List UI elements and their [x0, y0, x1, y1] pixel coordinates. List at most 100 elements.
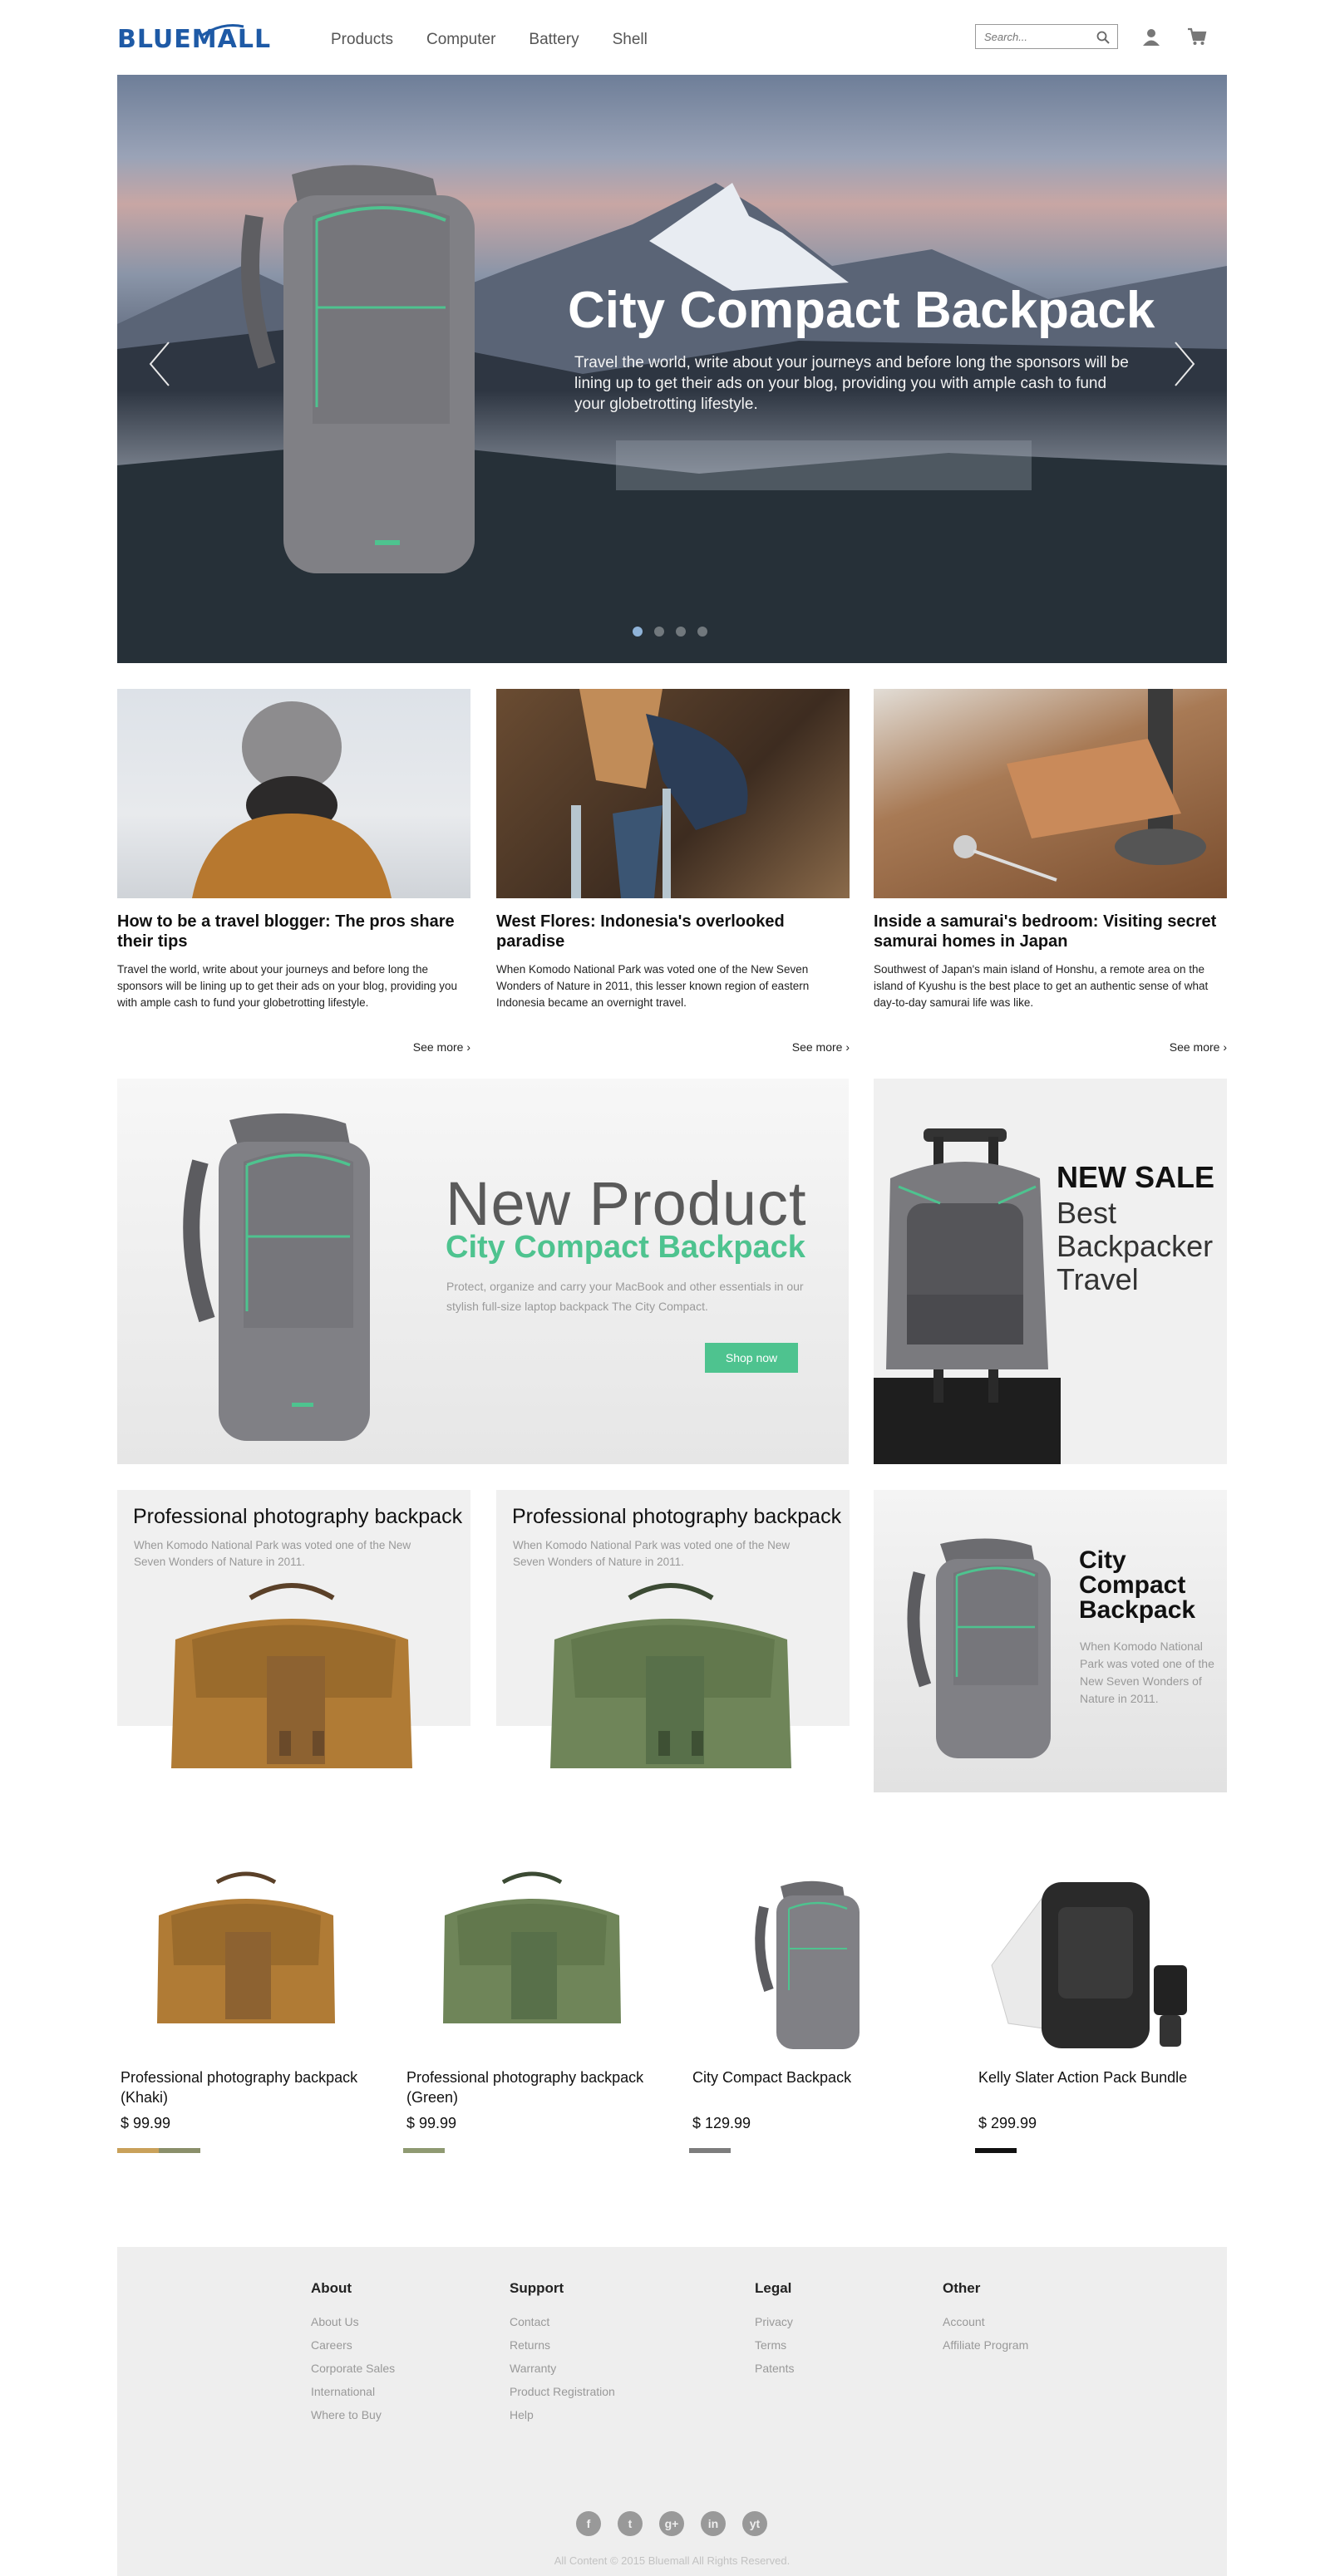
- footer-heading: Legal: [755, 2280, 792, 2296]
- linkedin-icon[interactable]: in: [701, 2511, 726, 2536]
- product-image: [403, 1866, 661, 2057]
- hero-backpack-image: [241, 165, 475, 573]
- copyright-text: All Content © 2015 Bluemall All Rights R…: [554, 2554, 791, 2567]
- article-title[interactable]: West Flores: Indonesia's overlooked para…: [496, 912, 850, 951]
- hero-slider: City Compact Backpack Travel the world, …: [117, 75, 1227, 663]
- hero-title: City Compact Backpack: [568, 282, 1155, 339]
- chevron-right-icon: ›: [1223, 1040, 1227, 1054]
- promo-new-product-label: New Product: [446, 1169, 807, 1238]
- feature-text: When Komodo National Park was voted one …: [1080, 1639, 1214, 1705]
- footer-link[interactable]: About Us: [311, 2315, 395, 2328]
- footer-link[interactable]: Help: [510, 2408, 615, 2421]
- product-card-green[interactable]: Professional photography backpack (Green…: [403, 1866, 661, 2153]
- product-price: $ 99.99: [121, 2115, 171, 2131]
- nav-products[interactable]: Products: [331, 31, 393, 49]
- hero-dot-4[interactable]: [697, 627, 707, 637]
- hero-dot-3[interactable]: [676, 627, 686, 637]
- product-card-kelly-slater[interactable]: Kelly Slater Action Pack Bundle $ 299.99: [975, 1866, 1233, 2153]
- footer-link[interactable]: Affiliate Program: [943, 2338, 1028, 2352]
- footer-link[interactable]: Terms: [755, 2338, 794, 2352]
- shop-now-button[interactable]: Shop now: [705, 1343, 798, 1373]
- article-image-traveler[interactable]: [117, 689, 470, 898]
- see-more-link[interactable]: See more ›: [413, 1040, 470, 1054]
- see-more-link[interactable]: See more ›: [1170, 1040, 1227, 1054]
- footer-link[interactable]: Contact: [510, 2315, 615, 2328]
- footer-link[interactable]: Account: [943, 2315, 1028, 2328]
- green-bag-image: [550, 1583, 791, 1768]
- hero-pagination: [633, 627, 707, 637]
- product-name: Professional photography backpack (Green…: [406, 2069, 644, 2106]
- product-name: Kelly Slater Action Pack Bundle: [978, 2069, 1188, 2086]
- footer-link[interactable]: Privacy: [755, 2315, 794, 2328]
- product-image: [975, 1866, 1233, 2057]
- color-swatch-black[interactable]: [975, 2148, 1017, 2153]
- feature-card-green[interactable]: Professional photography backpack When K…: [496, 1490, 850, 1793]
- article-text: Southwest of Japan's main island of Hons…: [874, 963, 1209, 1009]
- search-icon[interactable]: [1096, 30, 1111, 45]
- nav-battery[interactable]: Battery: [529, 31, 579, 49]
- logo-text-blue: BLUE: [117, 24, 192, 54]
- hero-dot-1[interactable]: [633, 627, 643, 637]
- color-swatch-green[interactable]: [403, 2148, 445, 2153]
- facebook-icon[interactable]: f: [576, 2511, 601, 2536]
- product-card-city-compact[interactable]: City Compact Backpack $ 129.99: [689, 1866, 947, 2153]
- site-header: BLUEMALL Products Computer Battery Shell: [0, 0, 1330, 75]
- promo-product-name[interactable]: City Compact Backpack: [446, 1230, 805, 1266]
- article-title[interactable]: How to be a travel blogger: The pros sha…: [117, 912, 470, 951]
- color-swatch-gray[interactable]: [689, 2148, 731, 2153]
- color-swatch-khaki[interactable]: [117, 2148, 159, 2153]
- promo-description: Protect, organize and carry your MacBook…: [446, 1280, 804, 1313]
- feature-text: When Komodo National Park was voted one …: [513, 1539, 791, 1568]
- cart-icon[interactable]: [1187, 27, 1207, 47]
- color-swatch-olive[interactable]: [159, 2148, 200, 2153]
- logo-swoosh-icon: [200, 24, 244, 38]
- hero-prev-arrow-icon[interactable]: [147, 339, 172, 389]
- product-name: Professional photography backpack (Khaki…: [121, 2069, 358, 2106]
- new-sale-banner[interactable]: NEW SALE Best Backpacker Travel: [874, 1079, 1227, 1464]
- footer-column-support: Support Contact Returns Warranty Product…: [510, 2280, 615, 2431]
- article-title[interactable]: Inside a samurai's bedroom: Visiting sec…: [874, 912, 1227, 951]
- product-price: $ 99.99: [406, 2115, 457, 2131]
- chevron-right-icon: ›: [845, 1040, 850, 1054]
- google-plus-icon[interactable]: g+: [659, 2511, 684, 2536]
- feature-card-khaki[interactable]: Professional photography backpack When K…: [117, 1490, 470, 1793]
- footer-heading: Other: [943, 2280, 981, 2296]
- product-price: $ 129.99: [692, 2115, 751, 2131]
- nav-shell[interactable]: Shell: [613, 31, 648, 49]
- footer-link[interactable]: Corporate Sales: [311, 2362, 395, 2375]
- feature-card-city-compact[interactable]: City Compact Backpack When Komodo Nation…: [874, 1490, 1227, 1792]
- see-more-link[interactable]: See more ›: [792, 1040, 850, 1054]
- footer-heading: Support: [510, 2280, 564, 2296]
- twitter-icon[interactable]: t: [618, 2511, 643, 2536]
- footer-link[interactable]: Warranty: [510, 2362, 615, 2375]
- footer-column-about: About About Us Careers Corporate Sales I…: [311, 2280, 395, 2431]
- footer-link[interactable]: Patents: [755, 2362, 794, 2375]
- nav-computer[interactable]: Computer: [426, 31, 495, 49]
- main-nav: Products Computer Battery Shell: [331, 31, 648, 49]
- footer-link[interactable]: Careers: [311, 2338, 395, 2352]
- hero-dot-2[interactable]: [654, 627, 664, 637]
- khaki-bag-image: [171, 1583, 412, 1768]
- product-name: City Compact Backpack: [692, 2069, 852, 2086]
- article-card-3: Inside a samurai's bedroom: Visiting sec…: [874, 689, 1227, 1054]
- site-logo[interactable]: BLUEMALL: [117, 24, 271, 54]
- footer-link[interactable]: International: [311, 2385, 395, 2398]
- product-card-khaki[interactable]: Professional photography backpack (Khaki…: [117, 1866, 375, 2153]
- new-product-banner: New Product City Compact Backpack Protec…: [117, 1079, 849, 1464]
- footer-link[interactable]: Where to Buy: [311, 2408, 395, 2421]
- footer-column-other: Other Account Affiliate Program: [943, 2280, 1028, 2362]
- article-text: Travel the world, write about your journ…: [117, 963, 457, 1009]
- sale-backpack-image: [874, 1128, 1061, 1464]
- footer-link[interactable]: Returns: [510, 2338, 615, 2352]
- user-icon[interactable]: [1141, 27, 1161, 47]
- footer-link[interactable]: Product Registration: [510, 2385, 615, 2398]
- youtube-icon[interactable]: yt: [742, 2511, 767, 2536]
- hero-next-arrow-icon[interactable]: [1172, 339, 1197, 389]
- article-image-boots[interactable]: [496, 689, 850, 898]
- article-card-1: How to be a travel blogger: The pros sha…: [117, 689, 470, 1054]
- search-input[interactable]: [976, 26, 1092, 47]
- article-image-workbench[interactable]: [874, 689, 1227, 898]
- product-image: [117, 1866, 375, 2057]
- sale-subtitle: Best Backpacker Travel: [1057, 1196, 1214, 1296]
- search-box: [975, 24, 1118, 49]
